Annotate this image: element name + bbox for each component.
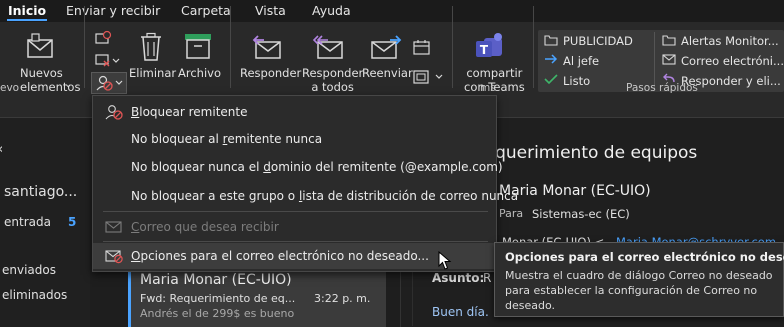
tooltip: Opciones para el correo electrónico no d… bbox=[494, 242, 784, 317]
menu-item-junk-options[interactable]: Opciones para el correo electrónico no d… bbox=[93, 243, 496, 269]
junk-dropdown-menu: Bloquear remitente No bloquear al remite… bbox=[92, 95, 518, 272]
collapse-chevron-icon[interactable]: ‹ bbox=[0, 142, 3, 157]
new-items-button[interactable]: Nuevos elementos bbox=[20, 66, 81, 94]
tab-enviar-y-recibir[interactable]: Enviar y recibir bbox=[66, 3, 160, 18]
menu-item-label-pre: No bloquear nunca el bbox=[131, 160, 264, 174]
ribbon-separator bbox=[84, 6, 85, 88]
tooltip-body: Muestra el cuadro de diálogo Correo no d… bbox=[505, 269, 773, 312]
menu-item-label-rest: emitente nunca bbox=[227, 132, 323, 146]
menu-item-never-block-sender[interactable]: No bloquear al remitente nunca bbox=[93, 126, 496, 152]
ignore-icon[interactable] bbox=[94, 30, 112, 46]
reading-to-label: Para bbox=[499, 207, 524, 220]
svg-text:T: T bbox=[480, 43, 489, 57]
quick-steps-separator bbox=[654, 32, 655, 88]
reading-body-start: Buen día. bbox=[432, 305, 489, 319]
reading-subject: requerimiento de equipos bbox=[478, 143, 698, 163]
inbox-unread-count: 5 bbox=[68, 215, 77, 229]
menu-item-never-block-group[interactable]: No bloquear a este grupo o lista de dist… bbox=[93, 183, 518, 209]
block-sender-icon bbox=[105, 105, 123, 120]
menu-item-label: No bloquear nunca el dominio del remiten… bbox=[131, 160, 503, 174]
message-time: 3:22 p. m. bbox=[314, 292, 371, 305]
tab-carpeta[interactable]: Carpeta bbox=[181, 3, 231, 18]
menu-item-label: No bloquear al remitente nunca bbox=[131, 132, 322, 146]
folder-sent[interactable]: enviados bbox=[2, 263, 56, 277]
menu-item-label: No bloquear a este grupo o lista de dist… bbox=[131, 189, 518, 203]
menu-item-label: Opciones para el correo electrónico no d… bbox=[131, 249, 429, 263]
message-sender: Maria Monar (EC-UIO) bbox=[140, 272, 292, 288]
more-respond-icon[interactable] bbox=[412, 68, 446, 86]
reply-button[interactable]: Responder bbox=[240, 66, 301, 80]
menu-item-label-rest: ista de distribución de correo nunca bbox=[302, 189, 519, 203]
cleanup-icon[interactable] bbox=[94, 52, 120, 68]
menu-item-never-block-domain[interactable]: No bloquear nunca el dominio del remiten… bbox=[93, 154, 503, 180]
reply-all-label-line1: Responder bbox=[302, 66, 364, 80]
reply-all-button[interactable]: Responder a todos bbox=[302, 66, 363, 94]
folder-deleted[interactable]: eliminados bbox=[2, 288, 67, 302]
tab-vista[interactable]: Vista bbox=[255, 3, 286, 18]
quick-step-al-jefe[interactable]: Al jefe bbox=[563, 54, 599, 68]
tooltip-title: Opciones para el correo electrónico no d… bbox=[505, 250, 784, 264]
forward-icon[interactable] bbox=[370, 34, 404, 62]
arrow-right-icon bbox=[545, 54, 558, 64]
account-name[interactable]: santiago... bbox=[4, 184, 77, 200]
mouse-cursor-icon bbox=[438, 251, 452, 270]
folder-icon bbox=[544, 35, 558, 46]
ribbon-separator bbox=[533, 6, 534, 88]
menu-item-label: Bloquear remitente bbox=[131, 105, 247, 119]
quick-step-publicidad[interactable]: PUBLICIDAD bbox=[563, 34, 633, 48]
tab-ayuda[interactable]: Ayuda bbox=[312, 3, 351, 18]
folder-icon bbox=[662, 35, 676, 46]
accelerator-key: d bbox=[263, 160, 271, 174]
message-preview: Andrés el de 299$ es bueno bbox=[140, 307, 295, 320]
menu-item-label-rest: loquear remitente bbox=[139, 105, 248, 119]
menu-item-block-sender[interactable]: Bloquear remitente bbox=[93, 99, 496, 125]
archive-icon[interactable] bbox=[183, 32, 213, 60]
menu-item-not-junk: Correo que desea recibir bbox=[93, 214, 496, 240]
ribbon-tab-bar: Inicio Enviar y recibir Carpeta Vista Ay… bbox=[0, 0, 784, 22]
reply-all-label-line2: a todos bbox=[311, 80, 354, 94]
quick-step-alertas-monitor[interactable]: Alertas Monitor... bbox=[681, 34, 779, 48]
delete-button[interactable]: Eliminar bbox=[129, 66, 176, 80]
forward-button[interactable]: Reenviar bbox=[362, 66, 413, 80]
quick-step-correo-electronico[interactable]: Correo electróni... bbox=[681, 54, 784, 68]
menu-divider bbox=[103, 241, 488, 242]
reading-subject-value: R bbox=[483, 271, 492, 285]
reading-from[interactable]: Maria Monar (EC-UIO) bbox=[499, 183, 651, 199]
menu-item-label-rest: ominio del remitente (@example.com) bbox=[270, 160, 503, 174]
folder-inbox[interactable]: entrada bbox=[4, 215, 51, 229]
new-items-label-line1: Nuevos elementos bbox=[20, 66, 81, 94]
mail-icon bbox=[662, 54, 676, 65]
menu-item-label-pre: No bloquear a este grupo o bbox=[131, 189, 299, 203]
new-items-chevron-icon[interactable]: ⌄ bbox=[64, 78, 72, 92]
ribbon-separator bbox=[452, 6, 453, 88]
archive-button[interactable]: Archivo bbox=[178, 66, 221, 80]
trash-icon[interactable] bbox=[138, 32, 164, 62]
checkmark-icon bbox=[544, 74, 558, 85]
tab-inicio[interactable]: Inicio bbox=[6, 3, 48, 21]
reply-all-icon[interactable] bbox=[312, 34, 346, 62]
menu-item-label-rest: pciones para el correo electrónico no de… bbox=[140, 249, 429, 263]
group-new-label: evo bbox=[0, 82, 20, 94]
menu-item-label-rest: orreo que desea recibir bbox=[139, 220, 279, 234]
new-email-icon[interactable] bbox=[26, 32, 56, 60]
teams-label-line1: compartir bbox=[466, 66, 523, 80]
accelerator-key: B bbox=[131, 105, 140, 119]
ribbon-separator bbox=[230, 6, 231, 88]
teams-icon[interactable]: T bbox=[474, 32, 506, 62]
group-quick-steps-label: Pasos rápidos bbox=[626, 82, 698, 94]
junk-mail-icon[interactable] bbox=[95, 74, 125, 92]
reading-subject-label: Asunto: bbox=[432, 271, 485, 285]
reading-to-value[interactable]: Sistemas-ec (EC) bbox=[532, 207, 630, 221]
menu-item-label-pre: No bloquear al bbox=[131, 132, 223, 146]
menu-item-label: Correo que desea recibir bbox=[131, 220, 279, 234]
quick-step-listo[interactable]: Listo bbox=[563, 74, 590, 88]
group-teams-label: ms bbox=[480, 82, 496, 94]
meeting-icon[interactable] bbox=[412, 38, 432, 56]
junk-options-icon bbox=[105, 250, 123, 264]
message-subject: Fwd: Requerimiento de eq... bbox=[140, 292, 296, 305]
reply-icon[interactable] bbox=[250, 34, 284, 62]
envelope-icon bbox=[105, 221, 122, 233]
menu-divider bbox=[103, 211, 488, 212]
